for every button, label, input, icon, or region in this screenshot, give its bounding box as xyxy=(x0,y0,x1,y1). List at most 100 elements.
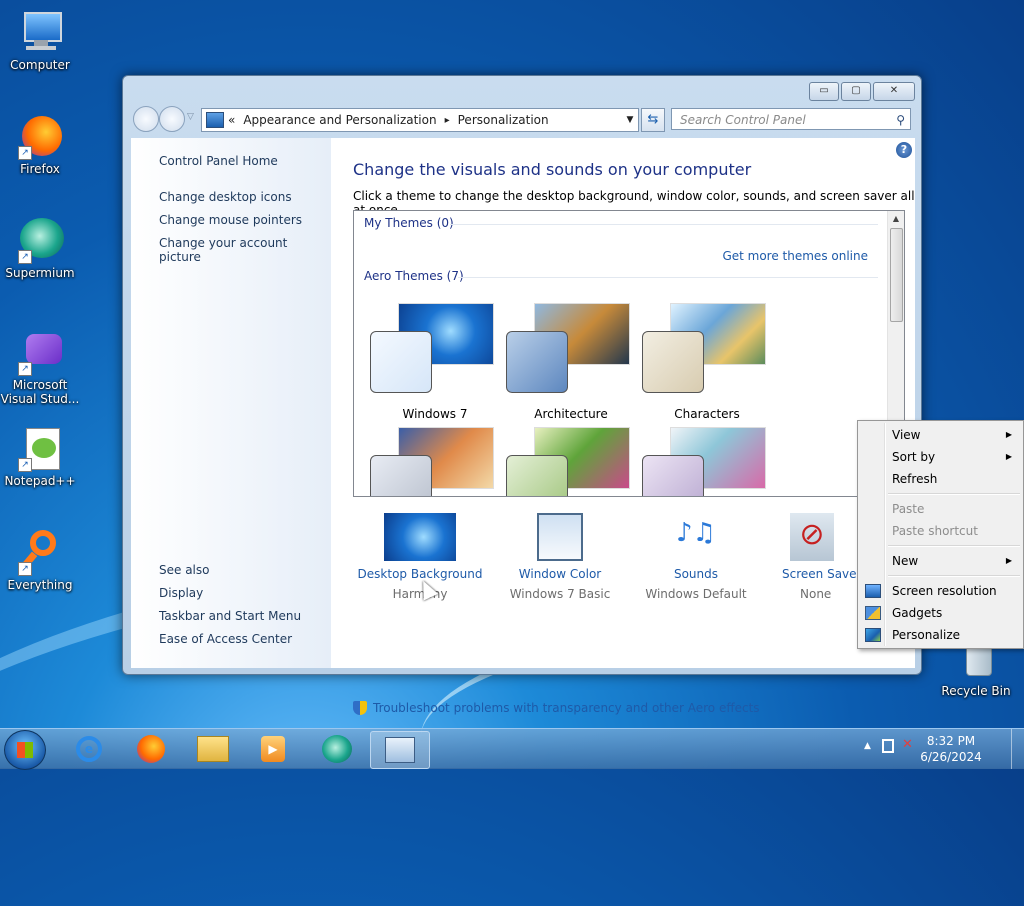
clock[interactable]: 8:32 PM 6/26/2024 xyxy=(916,733,986,765)
menu-separator xyxy=(888,575,1020,577)
taskbar-firefox[interactable] xyxy=(122,731,180,767)
recent-pages-dropdown-icon[interactable]: ▽ xyxy=(187,112,194,122)
window-color-setting[interactable]: Window Color Windows 7 Basic xyxy=(495,513,625,601)
taskbar-media-player[interactable]: ▶ xyxy=(244,731,302,767)
left-pane: Control Panel Home Change desktop icons … xyxy=(131,138,331,668)
see-also-heading: See also xyxy=(159,563,210,577)
desktop-icon-notepadpp[interactable]: ↗ Notepad++ xyxy=(0,424,80,488)
desktop-icon-computer[interactable]: Computer xyxy=(0,8,80,72)
taskbar: e ▶ ▲ ✕ 8:32 PM 6/26/2024 xyxy=(0,728,1024,770)
taskbar-file-explorer[interactable] xyxy=(184,731,242,767)
setting-value: Windows Default xyxy=(645,587,747,601)
search-icon[interactable]: ⚲ xyxy=(896,109,905,131)
ease-of-access-link[interactable]: Ease of Access Center xyxy=(159,632,292,646)
menu-item-personalize[interactable]: Personalize xyxy=(860,624,1020,646)
menu-item-new[interactable]: New ▶ xyxy=(860,550,1020,572)
system-tray: ▲ ✕ 8:32 PM 6/26/2024 xyxy=(854,729,1014,769)
desktop-icon-label: Notepad++ xyxy=(4,474,76,488)
control-panel-home-link[interactable]: Control Panel Home xyxy=(159,154,278,168)
forward-button[interactable] xyxy=(159,106,185,132)
menu-item-refresh[interactable]: Refresh xyxy=(860,468,1020,490)
taskbar-internet-explorer[interactable]: e xyxy=(60,731,118,767)
start-button[interactable] xyxy=(4,730,46,770)
visual-studio-icon: ↗ xyxy=(16,328,64,376)
search-input[interactable]: Search Control Panel ⚲ xyxy=(671,108,911,130)
scroll-up-icon[interactable]: ▲ xyxy=(888,211,904,227)
troubleshoot-link[interactable]: Troubleshoot problems with transparency … xyxy=(353,701,760,715)
personalize-icon xyxy=(865,628,881,642)
setting-title: Sounds xyxy=(673,567,719,581)
desktop-icon-supermium[interactable]: ↗ Supermium xyxy=(0,216,80,280)
computer-icon xyxy=(16,8,64,56)
menu-item-gadgets[interactable]: Gadgets xyxy=(860,602,1020,624)
menu-separator xyxy=(888,493,1020,495)
theme-label: Windows 7 xyxy=(402,407,468,421)
taskbar-supermium[interactable] xyxy=(308,731,366,767)
screen-saver-setting[interactable]: ⊘ Screen Saver None xyxy=(767,513,857,601)
change-mouse-pointers-link[interactable]: Change mouse pointers xyxy=(159,213,302,227)
display-link[interactable]: Display xyxy=(159,586,203,600)
shortcut-arrow-icon: ↗ xyxy=(18,250,32,264)
submenu-arrow-icon: ▶ xyxy=(1005,452,1012,461)
menu-item-label: View xyxy=(892,428,921,442)
supermium-icon xyxy=(322,735,352,763)
breadcrumb-appearance[interactable]: Appearance and Personalization xyxy=(243,113,436,127)
show-hidden-icons-icon[interactable]: ▲ xyxy=(864,741,871,751)
menu-item-label: Screen resolution xyxy=(892,584,997,598)
menu-item-label: Paste xyxy=(892,502,925,516)
desktop-icon-firefox[interactable]: ↗ Firefox xyxy=(0,112,80,176)
breadcrumb-separator-icon[interactable]: ▸ xyxy=(445,115,450,126)
close-button[interactable]: ✕ xyxy=(873,82,915,101)
maximize-button[interactable]: ▢ xyxy=(841,82,871,101)
menu-item-screen-resolution[interactable]: Screen resolution xyxy=(860,580,1020,602)
shortcut-arrow-icon: ↗ xyxy=(18,362,32,376)
folder-icon xyxy=(197,736,229,762)
network-icon[interactable] xyxy=(882,739,894,753)
address-dropdown-icon[interactable]: ▼ xyxy=(622,115,638,125)
troubleshoot-label: Troubleshoot problems with transparency … xyxy=(373,701,760,715)
taskbar-start-menu-link[interactable]: Taskbar and Start Menu xyxy=(159,609,301,623)
menu-item-label: New xyxy=(892,554,919,568)
menu-item-label: Paste shortcut xyxy=(892,524,978,538)
submenu-arrow-icon: ▶ xyxy=(1005,430,1012,439)
refresh-button[interactable]: ⇆ xyxy=(641,108,665,132)
show-desktop-button[interactable] xyxy=(1011,729,1024,769)
aero-themes-group: Aero Themes (7) xyxy=(364,269,464,283)
theme-glass-swatch xyxy=(642,455,704,496)
group-divider xyxy=(450,224,878,225)
menu-item-paste-shortcut[interactable]: Paste shortcut xyxy=(860,520,1020,542)
desktop-icon-visual-studio[interactable]: ↗ Microsoft Visual Stud... xyxy=(0,328,80,406)
change-desktop-icons-link[interactable]: Change desktop icons xyxy=(159,190,292,204)
address-chevrons[interactable]: « xyxy=(228,113,235,127)
change-account-picture-link[interactable]: Change your account picture xyxy=(159,236,331,264)
uac-shield-icon xyxy=(353,701,367,715)
menu-item-view[interactable]: View ▶ xyxy=(860,424,1020,446)
menu-separator xyxy=(888,545,1020,547)
scrollbar-thumb[interactable] xyxy=(890,228,903,322)
control-panel-icon xyxy=(385,737,415,763)
desktop-icon-label: Recycle Bin xyxy=(941,684,1011,698)
menu-item-sort-by[interactable]: Sort by ▶ xyxy=(860,446,1020,468)
volume-muted-icon[interactable]: ✕ xyxy=(902,737,913,752)
clock-date: 6/26/2024 xyxy=(920,750,982,764)
minimize-button[interactable]: ▭ xyxy=(809,82,839,101)
menu-item-paste[interactable]: Paste xyxy=(860,498,1020,520)
desktop-icon-everything[interactable]: ↗ Everything xyxy=(0,528,80,592)
notepadpp-icon: ↗ xyxy=(16,424,64,472)
desktop-icon-label: Supermium xyxy=(5,266,75,280)
themes-list: My Themes (0) Get more themes online Aer… xyxy=(353,210,905,497)
clock-time: 8:32 PM xyxy=(926,734,976,748)
back-button[interactable] xyxy=(133,106,159,132)
taskbar-control-panel[interactable] xyxy=(370,731,430,769)
help-icon[interactable]: ? xyxy=(896,142,912,158)
page-title: Change the visuals and sounds on your co… xyxy=(353,160,752,179)
breadcrumb-personalization[interactable]: Personalization xyxy=(458,113,549,127)
sounds-setting[interactable]: ♪♫ Sounds Windows Default xyxy=(631,513,761,601)
windows-logo-icon xyxy=(17,742,33,758)
menu-item-label: Sort by xyxy=(892,450,936,464)
sounds-icon: ♪♫ xyxy=(676,518,716,548)
address-bar[interactable]: « Appearance and Personalization ▸ Perso… xyxy=(201,108,639,132)
window-color-icon xyxy=(537,513,583,561)
media-player-icon: ▶ xyxy=(261,736,285,762)
get-more-themes-link[interactable]: Get more themes online xyxy=(722,249,868,263)
